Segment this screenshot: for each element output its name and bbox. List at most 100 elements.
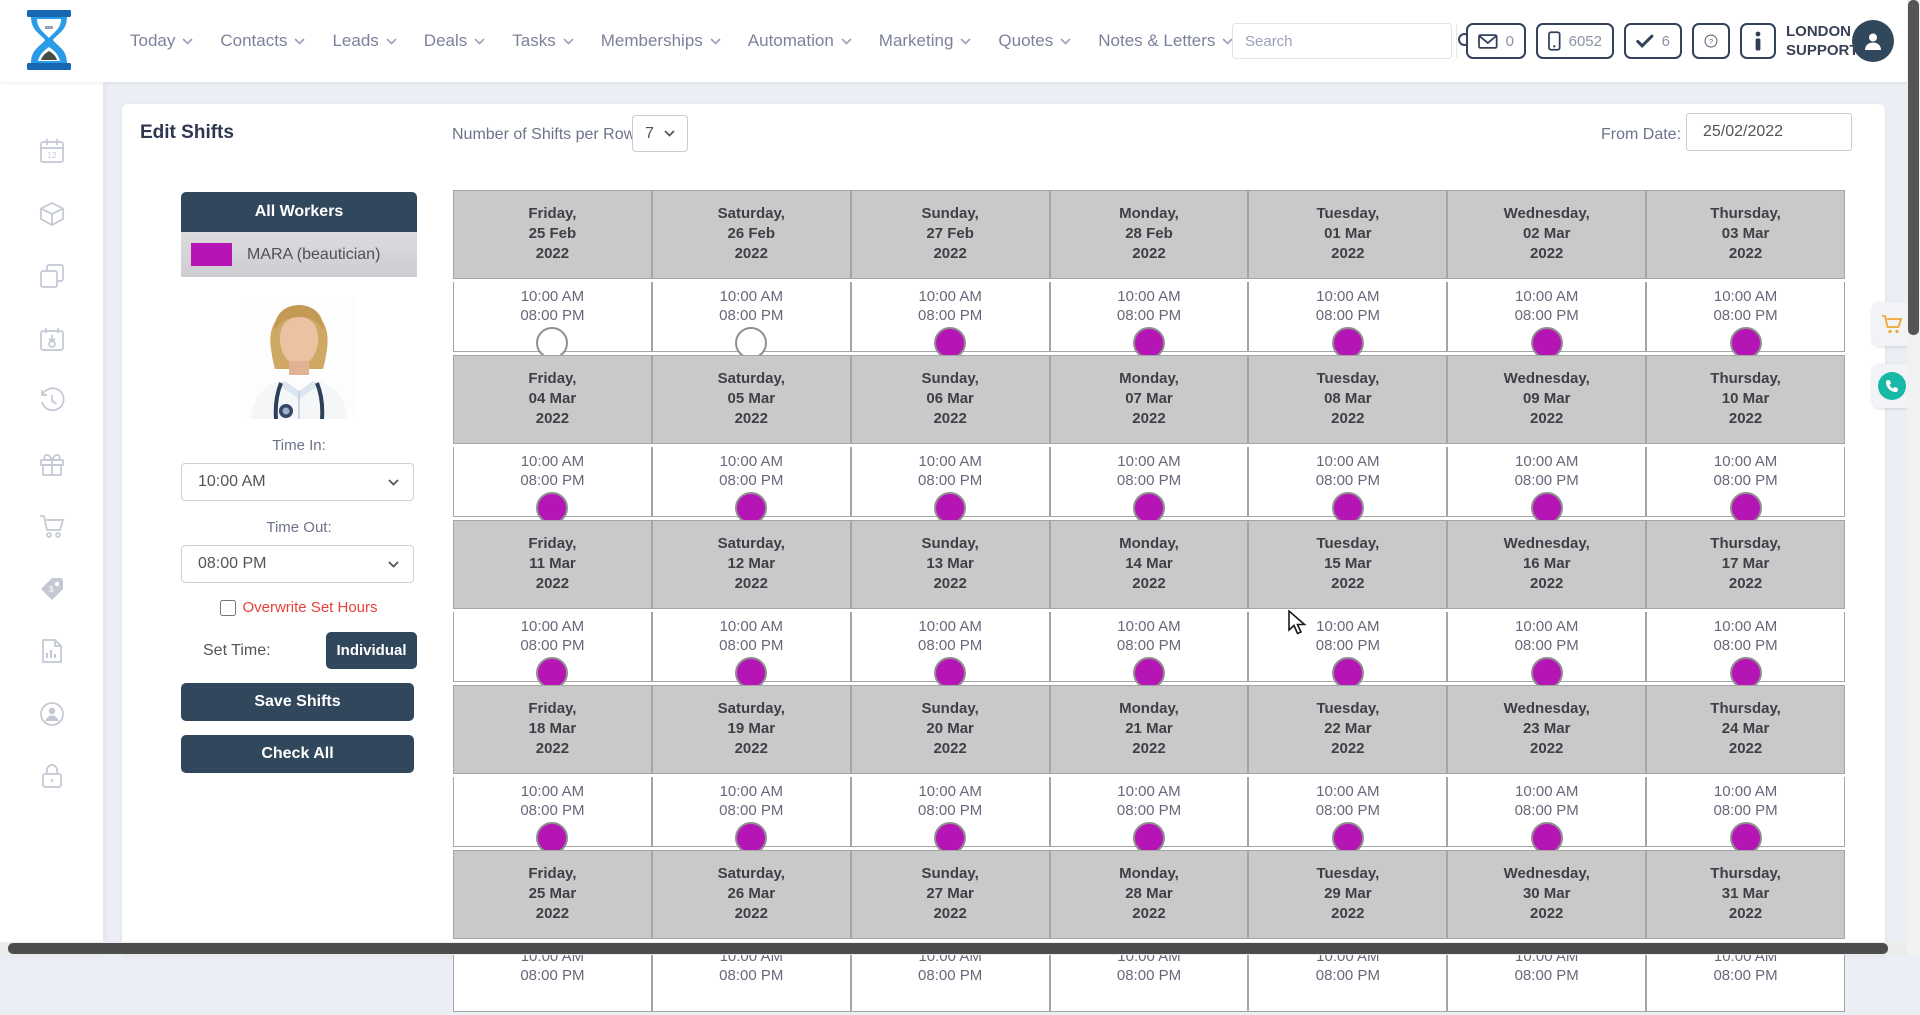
shift-time-out: 08:00 PM: [1448, 966, 1645, 985]
cart-icon[interactable]: [38, 512, 66, 540]
chevron-down-icon: [960, 38, 971, 45]
shift-time-in: 10:00 AM: [1249, 452, 1446, 471]
worker-color-swatch: [191, 243, 232, 266]
shift-time-out: 08:00 PM: [852, 306, 1049, 325]
shift-cell: 10:00 AM08:00 PM: [1248, 447, 1447, 517]
week-shift-row: 10:00 AM08:00 PM10:00 AM08:00 PM10:00 AM…: [453, 282, 1845, 352]
nav-marketing[interactable]: Marketing: [879, 31, 972, 51]
question-circle-icon: ?: [1704, 31, 1718, 51]
nav-today[interactable]: Today: [130, 31, 193, 51]
overwrite-label[interactable]: Overwrite Set Hours: [242, 599, 377, 616]
day-header: Monday,28 Mar2022: [1050, 850, 1249, 939]
shift-time-out: 08:00 PM: [454, 306, 651, 325]
chevron-down-icon: [664, 130, 675, 137]
workers-panel: All Workers MARA (beautician) Time In: 1…: [181, 192, 417, 773]
tasks-count-button[interactable]: 6: [1624, 23, 1682, 59]
day-header: Sunday,06 Mar2022: [851, 355, 1050, 444]
shift-time-out: 08:00 PM: [1647, 471, 1844, 490]
price-tag-icon[interactable]: $: [38, 575, 66, 603]
user-name: LONDON SUPPORT: [1786, 22, 1860, 60]
day-header: Thursday,31 Mar2022: [1646, 850, 1845, 939]
shift-cell: 10:00 AM08:00 PM: [1646, 282, 1845, 352]
nav-deals[interactable]: Deals: [424, 31, 485, 51]
vertical-scrollbar[interactable]: [1907, 0, 1920, 955]
horizontal-scrollbar[interactable]: [0, 942, 1907, 955]
cart-float-button[interactable]: [1872, 302, 1912, 346]
help-button[interactable]: ?: [1692, 23, 1730, 59]
person-icon: [1862, 30, 1884, 52]
main-menu: Today Contacts Leads Deals Tasks Members…: [130, 0, 1296, 82]
gift-icon[interactable]: [38, 450, 66, 478]
shift-time-in: 10:00 AM: [653, 617, 850, 636]
history-icon[interactable]: [38, 387, 66, 415]
day-header: Wednesday,30 Mar2022: [1447, 850, 1646, 939]
shift-time-out: 08:00 PM: [1448, 471, 1645, 490]
shift-time-out: 08:00 PM: [653, 306, 850, 325]
report-icon[interactable]: [38, 637, 66, 665]
envelope-icon: [1478, 34, 1498, 49]
shift-cell: 10:00 AM08:00 PM: [1447, 447, 1646, 517]
shift-time-in: 10:00 AM: [1647, 617, 1844, 636]
day-header: Friday,25 Feb2022: [453, 190, 652, 279]
time-in-select[interactable]: 10:00 AM: [181, 463, 414, 501]
nav-leads[interactable]: Leads: [332, 31, 396, 51]
lock-icon[interactable]: [38, 762, 66, 790]
horizontal-scrollbar-thumb[interactable]: [8, 943, 1888, 954]
shifts-per-row-select[interactable]: 7: [632, 115, 688, 152]
shift-time-out: 08:00 PM: [1051, 306, 1248, 325]
user-circle-icon[interactable]: [38, 700, 66, 728]
day-header: Wednesday,23 Mar2022: [1447, 685, 1646, 774]
individual-button[interactable]: Individual: [326, 632, 417, 669]
shift-time-out: 08:00 PM: [653, 801, 850, 820]
chevron-down-icon: [182, 38, 193, 45]
day-header: Sunday,27 Mar2022: [851, 850, 1050, 939]
shift-cell: 10:00 AM08:00 PM: [1248, 777, 1447, 847]
shift-time-out: 08:00 PM: [454, 471, 651, 490]
day-header: Saturday,05 Mar2022: [652, 355, 851, 444]
copy-icon[interactable]: [38, 262, 66, 290]
whatsapp-float-button[interactable]: [1872, 364, 1912, 408]
search-input[interactable]: [1233, 33, 1456, 50]
overwrite-checkbox[interactable]: [220, 600, 236, 616]
day-header: Wednesday,09 Mar2022: [1447, 355, 1646, 444]
day-header: Saturday,26 Mar2022: [652, 850, 851, 939]
chevron-down-icon: [710, 38, 721, 45]
shift-cell: 10:00 AM08:00 PM: [1248, 282, 1447, 352]
shift-time-out: 08:00 PM: [454, 966, 651, 985]
shift-time-out: 08:00 PM: [454, 801, 651, 820]
shift-time-out: 08:00 PM: [1647, 306, 1844, 325]
shift-time-out: 08:00 PM: [1647, 801, 1844, 820]
nav-quotes[interactable]: Quotes: [998, 31, 1071, 51]
time-out-select[interactable]: 08:00 PM: [181, 545, 414, 583]
user-avatar[interactable]: [1852, 20, 1894, 62]
shift-cell: 10:00 AM08:00 PM: [1447, 282, 1646, 352]
day-header: Wednesday,16 Mar2022: [1447, 520, 1646, 609]
nav-notes-letters[interactable]: Notes & Letters: [1098, 31, 1233, 51]
shift-cell: 10:00 AM08:00 PM: [1646, 612, 1845, 682]
all-workers-button[interactable]: All Workers: [181, 192, 417, 232]
svg-text:12: 12: [48, 151, 57, 160]
nav-automation[interactable]: Automation: [748, 31, 852, 51]
info-button[interactable]: [1740, 23, 1776, 59]
vertical-scrollbar-thumb[interactable]: [1908, 0, 1919, 335]
shift-time-out: 08:00 PM: [852, 966, 1049, 985]
shift-time-out: 08:00 PM: [852, 801, 1049, 820]
shift-cell: 10:00 AM08:00 PM: [453, 612, 652, 682]
shift-time-in: 10:00 AM: [852, 452, 1049, 471]
save-shifts-button[interactable]: Save Shifts: [181, 683, 414, 721]
worker-row[interactable]: MARA (beautician): [181, 232, 417, 277]
products-icon[interactable]: [38, 200, 66, 228]
email-count-button[interactable]: 0: [1466, 23, 1526, 59]
nav-contacts[interactable]: Contacts: [220, 31, 305, 51]
shift-grid: Friday,25 Feb2022Saturday,26 Feb2022Sund…: [453, 190, 1845, 1015]
from-date-input[interactable]: [1686, 113, 1852, 151]
phone-count-button[interactable]: 6052: [1536, 23, 1614, 59]
nav-tasks[interactable]: Tasks: [512, 31, 573, 51]
shift-time-in: 10:00 AM: [1448, 287, 1645, 306]
shift-time-out: 08:00 PM: [653, 966, 850, 985]
booking-calendar-icon[interactable]: [38, 325, 66, 353]
check-all-button[interactable]: Check All: [181, 735, 414, 773]
app-logo-icon[interactable]: [25, 10, 73, 70]
nav-memberships[interactable]: Memberships: [601, 31, 721, 51]
calendar-icon[interactable]: 12: [38, 137, 66, 165]
